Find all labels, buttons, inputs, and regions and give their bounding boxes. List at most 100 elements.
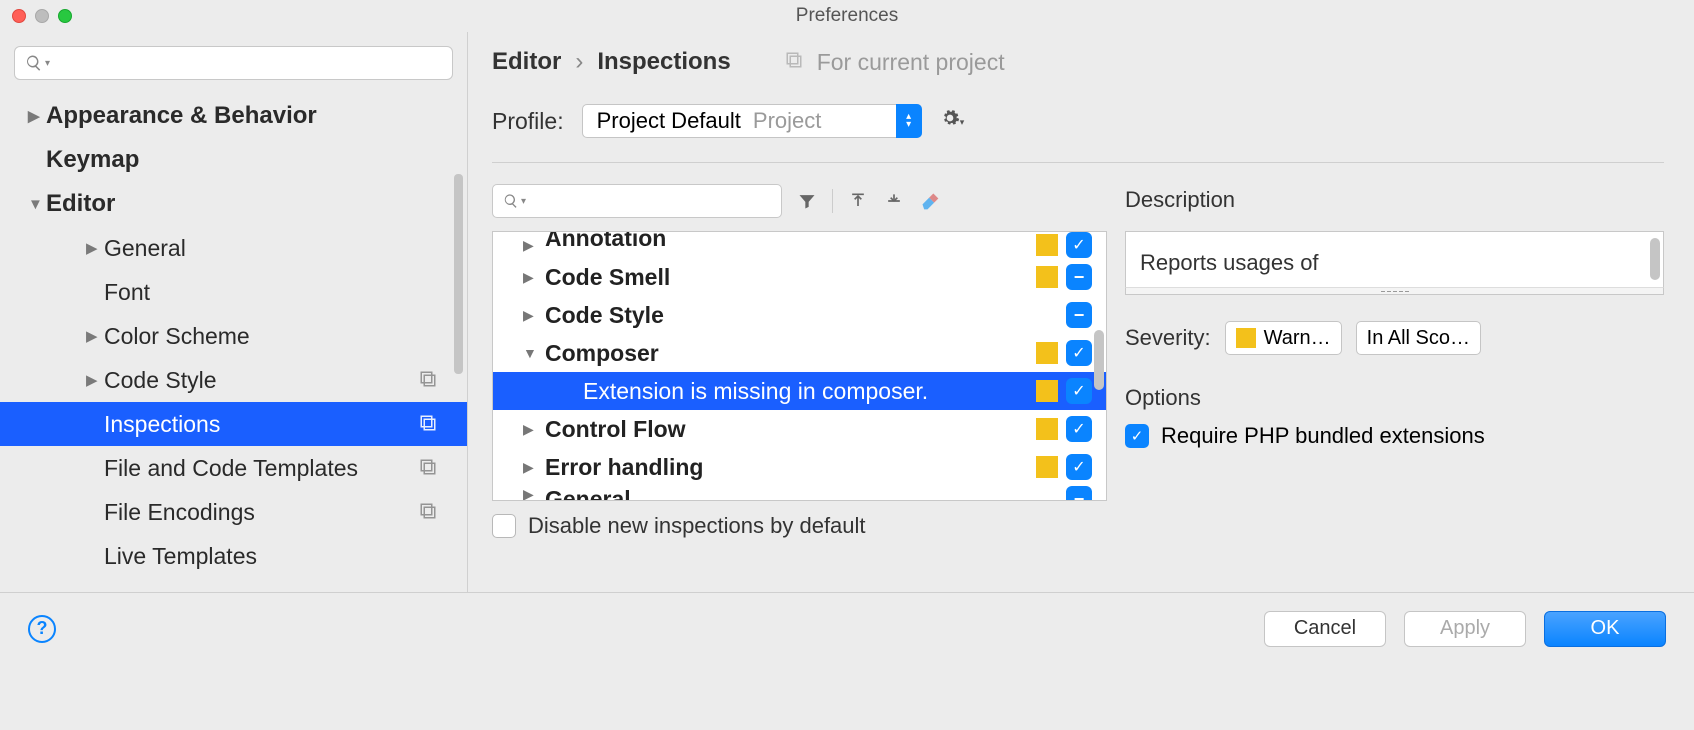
collapse-all-icon[interactable] — [883, 190, 905, 212]
eraser-icon[interactable] — [919, 190, 941, 212]
chevron-right-icon: ▶ — [523, 269, 545, 286]
chevron-right-icon: ▶ — [523, 421, 545, 438]
inspection-label: Composer — [545, 340, 1036, 367]
warning-color-icon — [1236, 328, 1256, 348]
chevron-down-icon: ▼ — [28, 196, 46, 213]
apply-button[interactable]: Apply — [1404, 611, 1526, 647]
project-scope-icon — [419, 411, 437, 438]
help-button[interactable]: ? — [28, 615, 56, 643]
sidebar-item-file-and-code-templates[interactable]: File and Code Templates — [0, 446, 467, 490]
breadcrumb-editor[interactable]: Editor — [492, 48, 561, 76]
window-title: Preferences — [796, 5, 898, 27]
description-heading: Description — [1125, 187, 1664, 213]
inspection-checkbox[interactable]: − — [1066, 264, 1092, 290]
gear-icon[interactable]: ▾ — [940, 108, 971, 134]
inspection-checkbox[interactable]: ✓ — [1066, 416, 1092, 442]
filter-icon[interactable] — [796, 190, 818, 212]
severity-indicator-icon — [1036, 418, 1058, 440]
inspection-scrollbar[interactable] — [1094, 330, 1104, 390]
severity-select[interactable]: Warn… — [1225, 321, 1342, 355]
minimize-window-button[interactable] — [35, 9, 49, 23]
description-scrollbar[interactable] — [1650, 238, 1660, 280]
sidebar-scrollbar[interactable] — [454, 174, 463, 374]
profile-value: Project Default — [597, 108, 741, 134]
sidebar-item-live-templates[interactable]: Live Templates — [0, 534, 467, 578]
profile-select[interactable]: Project Default Project — [582, 104, 922, 138]
inspection-checkbox[interactable]: − — [1066, 302, 1092, 328]
inspection-search-input[interactable]: ▾ — [492, 184, 782, 218]
inspection-item[interactable]: Extension is missing in composer. ✓ — [493, 372, 1106, 410]
sidebar-item-label: General — [104, 235, 186, 262]
sidebar-search-input[interactable]: ▾ — [14, 46, 453, 80]
inspection-item[interactable]: ▶General− — [493, 486, 1106, 501]
severity-indicator-icon — [1036, 380, 1058, 402]
inspection-item[interactable]: ▶Annotation✓ — [493, 232, 1106, 258]
sidebar-item-label: File Encodings — [104, 499, 255, 526]
inspection-label: Annotation — [545, 231, 1036, 252]
description-text: Reports usages of — [1140, 250, 1319, 275]
project-scope-icon — [419, 499, 437, 526]
sidebar-item-label: Appearance & Behavior — [46, 102, 317, 130]
disable-new-checkbox[interactable] — [492, 514, 516, 538]
sidebar-item-code-style[interactable]: ▶Code Style — [0, 358, 467, 402]
breadcrumb-inspections: Inspections — [597, 48, 730, 76]
sidebar-item-label: Code Style — [104, 367, 217, 394]
sidebar-item-appearance-behavior[interactable]: ▶Appearance & Behavior — [0, 94, 467, 138]
inspection-item[interactable]: ▶Error handling✓ — [493, 448, 1106, 486]
inspection-label: Extension is missing in composer. — [545, 378, 1036, 405]
inspection-item[interactable]: ▼Composer ✓ — [493, 334, 1106, 372]
sidebar-item-keymap[interactable]: Keymap — [0, 138, 467, 182]
severity-indicator-icon — [1036, 234, 1058, 256]
sidebar-item-file-encodings[interactable]: File Encodings — [0, 490, 467, 534]
chevron-down-icon: ▼ — [523, 345, 545, 361]
inspection-checkbox[interactable]: − — [1066, 486, 1092, 501]
inspection-checkbox[interactable]: ✓ — [1066, 232, 1092, 258]
cancel-button[interactable]: Cancel — [1264, 611, 1386, 647]
close-window-button[interactable] — [12, 9, 26, 23]
profile-dropdown-button[interactable] — [896, 104, 922, 138]
expand-all-icon[interactable] — [847, 190, 869, 212]
require-php-label: Require PHP bundled extensions — [1161, 423, 1485, 449]
ok-button[interactable]: OK — [1544, 611, 1666, 647]
sidebar-item-label: Keymap — [46, 146, 139, 174]
severity-label: Severity: — [1125, 325, 1211, 351]
inspection-item[interactable]: ▶Code Style − — [493, 296, 1106, 334]
description-box: Reports usages of — [1125, 231, 1664, 287]
sidebar-item-label: Font — [104, 279, 150, 306]
breadcrumb-separator: › — [575, 48, 583, 76]
inspection-checkbox[interactable]: ✓ — [1066, 340, 1092, 366]
inspection-label: Control Flow — [545, 416, 1036, 443]
search-dropdown-icon: ▾ — [45, 58, 50, 69]
sidebar-item-inspections[interactable]: Inspections — [0, 402, 467, 446]
severity-scope-value: In All Sco… — [1367, 327, 1470, 350]
zoom-window-button[interactable] — [58, 9, 72, 23]
sidebar-item-color-scheme[interactable]: ▶Color Scheme — [0, 314, 467, 358]
chevron-right-icon: ▶ — [86, 239, 104, 257]
chevron-right-icon: ▶ — [523, 486, 545, 501]
sidebar-item-editor[interactable]: ▼Editor — [0, 182, 467, 226]
inspection-item[interactable]: ▶Code Smell− — [493, 258, 1106, 296]
search-dropdown-icon: ▾ — [521, 196, 526, 207]
profile-tag: Project — [753, 108, 821, 134]
severity-scope-select[interactable]: In All Sco… — [1356, 321, 1481, 355]
sidebar-item-general[interactable]: ▶General — [0, 226, 467, 270]
sidebar: ▾ ▶Appearance & BehaviorKeymap▼Editor▶Ge… — [0, 32, 468, 592]
content-panel: Editor › Inspections For current project… — [468, 32, 1694, 592]
sidebar-item-label: Inspections — [104, 411, 220, 438]
description-resize-handle[interactable] — [1125, 287, 1664, 295]
require-php-checkbox[interactable]: ✓ — [1125, 424, 1149, 448]
sidebar-item-label: File and Code Templates — [104, 455, 358, 482]
project-scope-icon — [785, 48, 803, 76]
severity-indicator-icon — [1036, 342, 1058, 364]
footer: ? Cancel Apply OK — [0, 592, 1694, 664]
inspection-checkbox[interactable]: ✓ — [1066, 378, 1092, 404]
chevron-right-icon: ▶ — [523, 307, 545, 324]
disable-new-label: Disable new inspections by default — [528, 513, 866, 539]
inspection-item[interactable]: ▶Control Flow ✓ — [493, 410, 1106, 448]
project-scope-icon — [419, 455, 437, 482]
inspection-checkbox[interactable]: ✓ — [1066, 454, 1092, 480]
titlebar: Preferences — [0, 0, 1694, 32]
sidebar-item-font[interactable]: Font — [0, 270, 467, 314]
sidebar-item-label: Live Templates — [104, 543, 257, 570]
inspection-label: Code Style — [545, 302, 1036, 329]
